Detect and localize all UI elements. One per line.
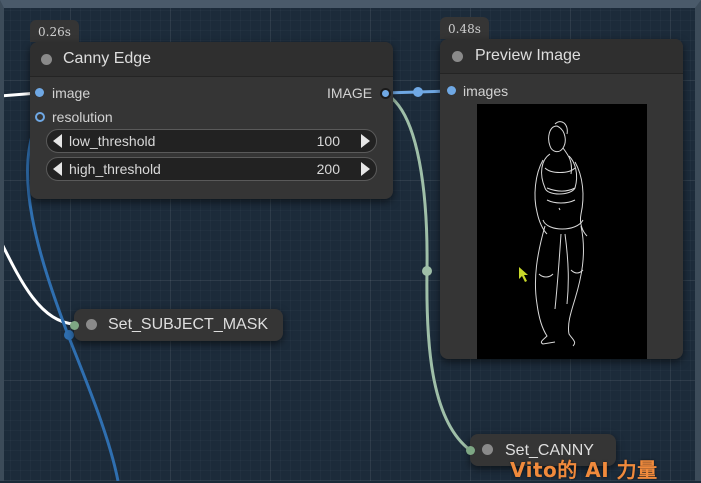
high-threshold-label: high_threshold (69, 161, 161, 177)
preview-image[interactable] (477, 104, 647, 359)
reroute-dot-lower (64, 330, 74, 340)
image-input-label: image (52, 85, 91, 101)
cursor-icon (519, 267, 528, 282)
set-subject-mask-node[interactable]: Set_SUBJECT_MASK (70, 309, 283, 341)
preview-time-badge: 0.48s (440, 17, 489, 39)
preview-title-bar[interactable]: Preview Image (440, 39, 683, 74)
canny-edge-node[interactable]: Canny Edge image resolution IMAGE low_th… (30, 42, 393, 199)
figure-top (544, 167, 576, 192)
figure-left-leg (534, 225, 556, 345)
canny-time-badge: 0.26s (30, 20, 79, 42)
images-input-slot[interactable] (447, 86, 456, 95)
watermark: Vito的 AI 力量 (510, 458, 658, 482)
decrement-arrow-icon[interactable] (53, 162, 62, 176)
figure-knees (538, 269, 584, 278)
canny-title-bar[interactable]: Canny Edge (30, 42, 393, 77)
subject-mask-title: Set_SUBJECT_MASK (108, 316, 269, 333)
high-threshold-widget[interactable]: high_threshold 200 (46, 157, 377, 181)
canny-edge-figure (519, 121, 588, 347)
images-input-label: images (463, 83, 509, 99)
resolution-input-label: resolution (52, 109, 113, 125)
preview-title: Preview Image (475, 47, 581, 64)
figure-head (548, 125, 566, 153)
image-output-slot[interactable] (380, 88, 391, 99)
decrement-arrow-icon[interactable] (53, 134, 62, 148)
collapse-dot-icon[interactable] (482, 444, 493, 455)
high-threshold-value[interactable]: 200 (317, 161, 340, 177)
increment-arrow-icon[interactable] (361, 162, 370, 176)
image-input-slot[interactable] (35, 88, 44, 97)
preview-image-node[interactable]: Preview Image images (440, 39, 683, 359)
reroute-dot-mid (422, 266, 432, 276)
resolution-input-slot[interactable] (35, 112, 45, 122)
increment-arrow-icon[interactable] (361, 134, 370, 148)
image-output-label: IMAGE (327, 85, 373, 101)
low-threshold-value[interactable]: 100 (317, 133, 340, 149)
reroute-dot-top (413, 87, 423, 97)
figure-hips (542, 219, 584, 230)
subject-mask-link (0, 239, 75, 326)
figure-inner-leg (554, 233, 569, 310)
canny-title: Canny Edge (63, 50, 152, 67)
subject-mask-input-slot[interactable] (70, 321, 79, 330)
figure-belly (546, 199, 576, 211)
low-threshold-label: low_threshold (69, 133, 156, 149)
collapse-dot-icon[interactable] (86, 319, 97, 330)
canny-input-slot[interactable] (466, 446, 475, 455)
collapse-dot-icon[interactable] (41, 54, 52, 65)
collapse-dot-icon[interactable] (452, 51, 463, 62)
low-threshold-widget[interactable]: low_threshold 100 (46, 129, 377, 153)
figure-right-leg (568, 225, 584, 347)
